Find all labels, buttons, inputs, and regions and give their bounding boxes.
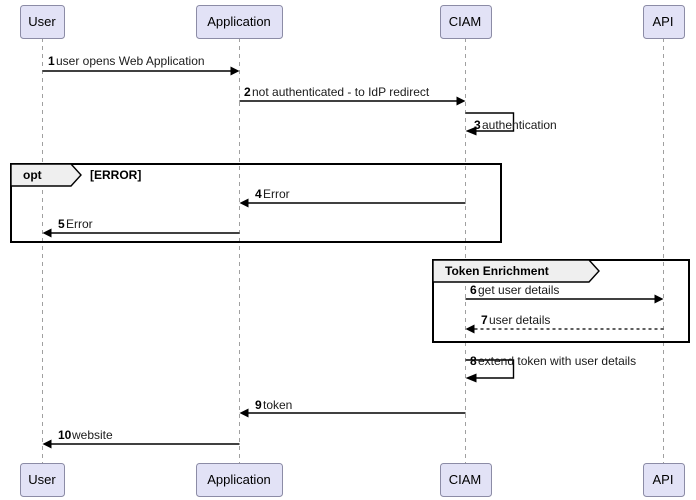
- fragment-operator-label: opt: [23, 168, 42, 182]
- participant-user-footer[interactable]: User: [20, 463, 65, 497]
- participant-label: API: [653, 14, 674, 29]
- message-sequence-number: 1: [48, 54, 55, 68]
- message-3[interactable]: 3 authentication: [465, 112, 557, 136]
- sequence-diagram-canvas: opt [ERROR] Token Enrichment 1 user opens …: [0, 0, 696, 500]
- message-label: get user details: [478, 283, 559, 297]
- fragment-guard-label: [ERROR]: [90, 168, 141, 182]
- participant-label: CIAM: [449, 472, 482, 487]
- participant-api-footer[interactable]: API: [643, 463, 685, 497]
- participant-ciam-footer[interactable]: CIAM: [440, 463, 492, 497]
- message-2[interactable]: 2 not authenticated - to IdP redirect: [239, 85, 466, 106]
- participant-label: CIAM: [449, 14, 482, 29]
- message-arrowhead: [42, 228, 52, 238]
- participant-label: Application: [207, 472, 271, 487]
- message-9[interactable]: 9 token: [239, 398, 466, 418]
- message-arrowhead: [42, 439, 52, 449]
- message-4[interactable]: 4 Error: [239, 187, 466, 208]
- message-7[interactable]: 7 user details: [465, 313, 664, 334]
- lifelines-layer: [42, 38, 664, 463]
- fragments-layer: opt [ERROR] Token Enrichment: [10, 163, 690, 343]
- participant-user-header[interactable]: User: [20, 5, 65, 39]
- message-sequence-number: 5: [58, 217, 65, 231]
- message-arrowhead: [465, 373, 477, 383]
- message-label: Error: [66, 217, 93, 231]
- message-sequence-number: 9: [255, 398, 262, 412]
- participant-ciam-header[interactable]: CIAM: [440, 5, 492, 39]
- participant-label: API: [653, 472, 674, 487]
- message-label: extend token with user details: [478, 354, 636, 368]
- message-arrowhead: [654, 294, 664, 304]
- participant-label: User: [28, 14, 56, 29]
- participants-layer: User Application CIAM API User Application CIA…: [20, 5, 685, 497]
- participant-label: User: [28, 472, 56, 487]
- message-label: token: [263, 398, 292, 412]
- message-label: not authenticated - to IdP redirect: [252, 85, 430, 99]
- message-label: user details: [489, 313, 550, 327]
- fragment-operator-label: Token Enrichment: [445, 264, 549, 278]
- participant-application-footer[interactable]: Application: [196, 463, 283, 497]
- message-sequence-number: 8: [470, 354, 477, 368]
- message-8[interactable]: 8 extend token with user details: [465, 354, 637, 383]
- message-arrowhead: [239, 408, 249, 418]
- message-10[interactable]: 10 website: [42, 428, 240, 449]
- message-sequence-number: 7: [481, 313, 488, 327]
- message-sequence-number: 2: [244, 85, 251, 99]
- messages-layer: 1 user opens Web Application 2 not authen…: [42, 54, 664, 449]
- participant-label: Application: [207, 14, 271, 29]
- message-arrowhead: [465, 324, 475, 334]
- message-1[interactable]: 1 user opens Web Application: [42, 54, 240, 76]
- message-sequence-number: 3: [474, 118, 481, 132]
- message-5[interactable]: 5 Error: [42, 217, 240, 238]
- fragment-operator-tab: [10, 163, 82, 187]
- message-arrowhead: [230, 66, 240, 76]
- message-sequence-number: 10: [58, 428, 72, 442]
- message-sequence-number: 4: [255, 187, 262, 201]
- participant-api-header[interactable]: API: [643, 5, 685, 39]
- message-label: Error: [263, 187, 290, 201]
- message-label: website: [71, 428, 113, 442]
- message-label: authentication: [482, 118, 557, 132]
- sequence-diagram-svg: opt [ERROR] Token Enrichment 1 user opens …: [10, 5, 690, 497]
- message-label: user opens Web Application: [56, 54, 205, 68]
- participant-application-header[interactable]: Application: [196, 5, 283, 39]
- message-6[interactable]: 6 get user details: [465, 283, 664, 304]
- message-arrowhead: [239, 198, 249, 208]
- message-arrowhead: [456, 96, 466, 106]
- message-sequence-number: 6: [470, 283, 477, 297]
